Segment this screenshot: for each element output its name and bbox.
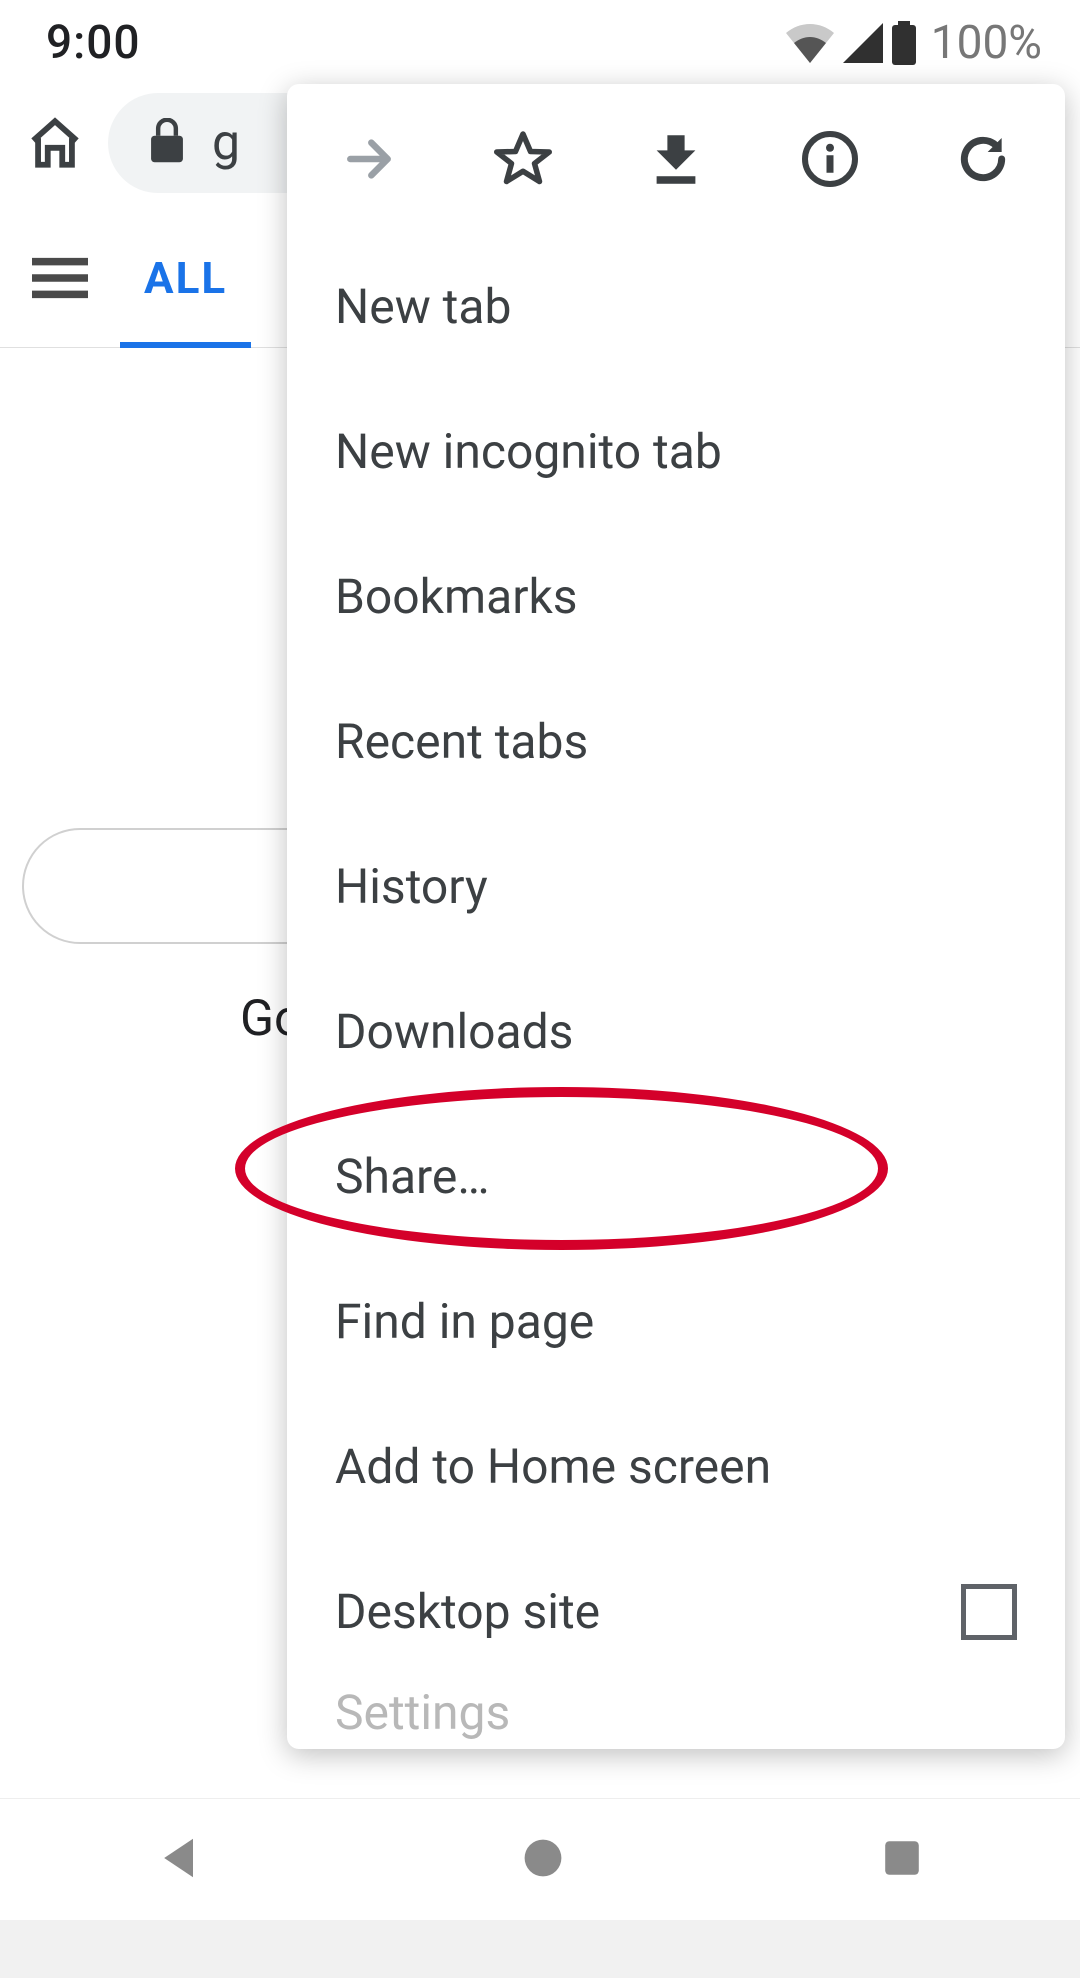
nav-back-button[interactable] <box>157 1834 205 1886</box>
menu-icon <box>32 257 88 299</box>
forward-button[interactable] <box>333 123 405 195</box>
triangle-back-icon <box>157 1834 205 1882</box>
battery-icon <box>891 21 917 65</box>
arrow-right-icon <box>341 131 397 187</box>
menu-item-add-home[interactable]: Add to Home screen <box>287 1394 1065 1539</box>
system-nav-bar <box>0 1798 1080 1920</box>
battery-percent: 100% <box>931 16 1042 70</box>
hamburger-button[interactable] <box>0 257 120 299</box>
star-icon <box>493 129 553 189</box>
status-bar: 9:00 100% <box>0 0 1080 78</box>
menu-item-history[interactable]: History <box>287 814 1065 959</box>
reload-button[interactable] <box>947 123 1019 195</box>
desktop-site-checkbox[interactable] <box>961 1584 1017 1640</box>
menu-item-label: Bookmarks <box>335 568 578 625</box>
lock-icon <box>148 118 186 168</box>
menu-item-downloads[interactable]: Downloads <box>287 959 1065 1104</box>
menu-item-label: Share… <box>335 1148 489 1205</box>
url-text: g <box>212 114 240 172</box>
menu-item-label: Downloads <box>335 1003 573 1060</box>
download-icon <box>650 131 702 187</box>
reload-icon <box>955 131 1011 187</box>
status-icons: 100% <box>785 16 1042 70</box>
menu-item-settings[interactable]: Settings <box>287 1684 1065 1749</box>
menu-item-bookmarks[interactable]: Bookmarks <box>287 524 1065 669</box>
menu-items: New tab New incognito tab Bookmarks Rece… <box>287 234 1065 1749</box>
menu-item-new-incognito[interactable]: New incognito tab <box>287 379 1065 524</box>
menu-icon-row <box>287 84 1065 234</box>
bookmark-button[interactable] <box>487 123 559 195</box>
menu-item-label: Settings <box>335 1684 510 1741</box>
menu-item-recent-tabs[interactable]: Recent tabs <box>287 669 1065 814</box>
square-recents-icon <box>881 1837 923 1879</box>
menu-item-share[interactable]: Share… <box>287 1104 1065 1249</box>
menu-item-label: Recent tabs <box>335 713 588 770</box>
nav-home-button[interactable] <box>520 1835 566 1885</box>
menu-item-label: Find in page <box>335 1293 594 1350</box>
home-button[interactable] <box>20 108 90 178</box>
menu-item-find-in-page[interactable]: Find in page <box>287 1249 1065 1394</box>
menu-item-new-tab[interactable]: New tab <box>287 234 1065 379</box>
menu-item-label: History <box>335 858 488 915</box>
wifi-icon <box>785 23 835 63</box>
tab-all[interactable]: ALL <box>120 208 251 347</box>
menu-item-label: New tab <box>335 278 511 335</box>
info-icon <box>800 129 860 189</box>
home-icon <box>26 114 84 172</box>
page-info-button[interactable] <box>794 123 866 195</box>
menu-item-label: Add to Home screen <box>335 1438 771 1495</box>
nav-recents-button[interactable] <box>881 1837 923 1883</box>
menu-item-label: Desktop site <box>335 1583 600 1640</box>
download-button[interactable] <box>640 123 712 195</box>
cellular-icon <box>843 23 883 63</box>
menu-item-desktop-site[interactable]: Desktop site <box>287 1539 1065 1684</box>
overflow-menu: New tab New incognito tab Bookmarks Rece… <box>287 84 1065 1749</box>
menu-item-label: New incognito tab <box>335 423 722 480</box>
status-time: 9:00 <box>46 16 141 70</box>
circle-home-icon <box>520 1835 566 1881</box>
